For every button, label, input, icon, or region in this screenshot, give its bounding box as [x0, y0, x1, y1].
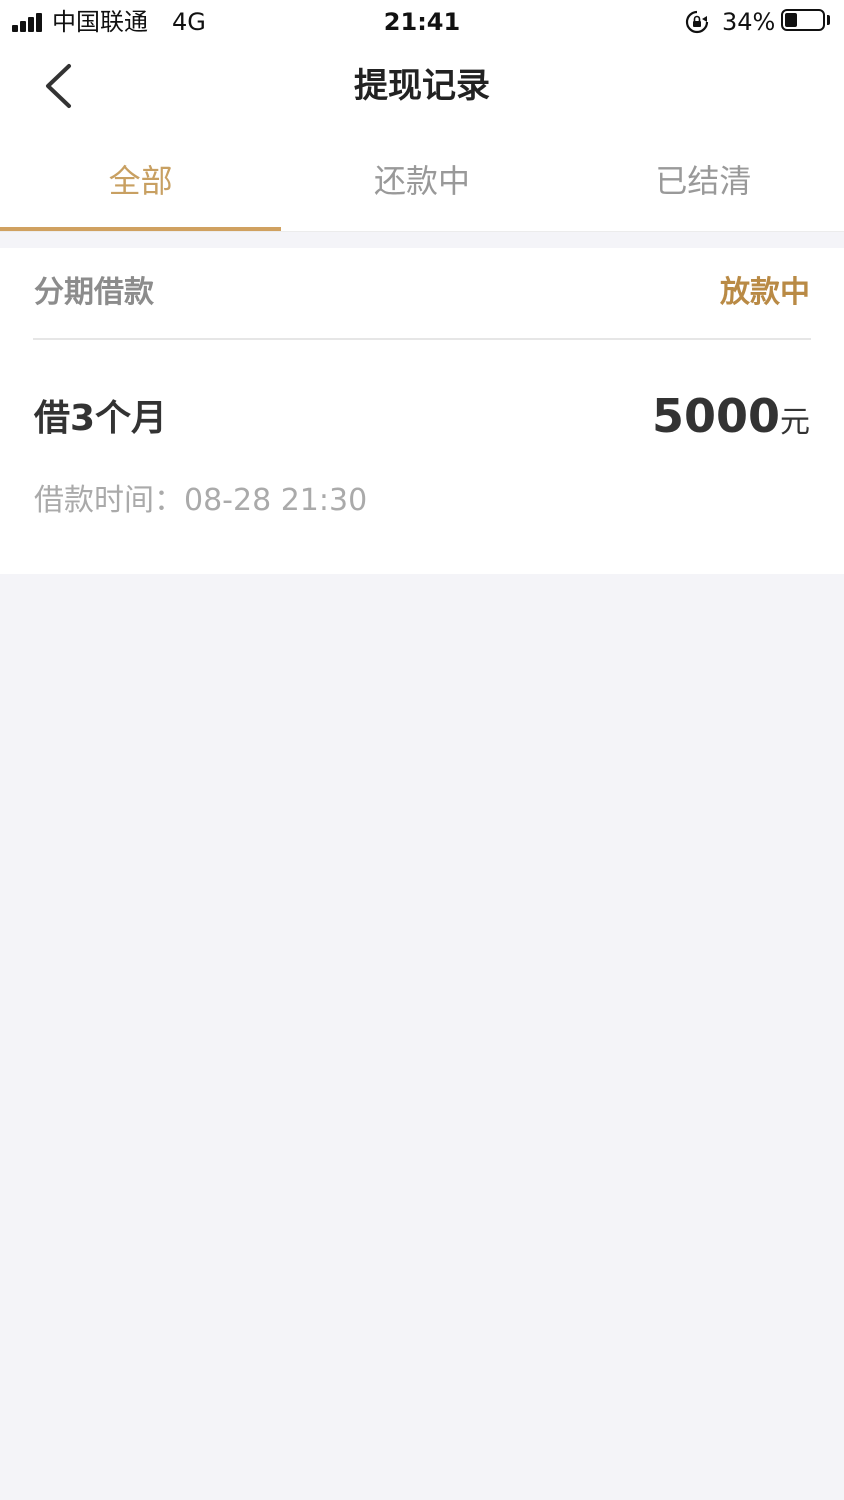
status-badge: 放款中 [720, 275, 810, 310]
tab-settled[interactable]: 已结清 [563, 130, 844, 232]
battery-tip [827, 15, 830, 25]
tabs-divider [0, 231, 844, 232]
loan-time: 借款时间：08-28 21:30 [34, 483, 368, 518]
loan-amount: 5000元 [652, 386, 810, 457]
battery-level [785, 13, 797, 27]
withdrawal-record-card[interactable]: 分期借款 放款中 借3个月 5000元 借款时间：08-28 21:30 [0, 248, 844, 574]
rotation-lock-icon [685, 10, 709, 34]
loan-term: 借3个月 [34, 398, 168, 439]
card-divider [33, 338, 811, 340]
header: 中国联通 4G 21:41 34% 提现记录 全部 还款中 已结清 [0, 0, 844, 232]
amount-unit: 元 [780, 405, 810, 440]
tab-bar: 全部 还款中 已结清 [0, 130, 844, 232]
page-title: 提现记录 [354, 66, 490, 106]
amount-value: 5000 [651, 389, 780, 443]
tab-all[interactable]: 全部 [0, 130, 281, 232]
tab-repaying[interactable]: 还款中 [281, 130, 562, 232]
battery-percent: 34% [722, 8, 776, 36]
battery-icon [781, 9, 825, 31]
status-bar: 中国联通 4G 21:41 34% [0, 0, 844, 44]
status-time: 21:41 [383, 8, 461, 36]
record-type: 分期借款 [34, 275, 154, 310]
